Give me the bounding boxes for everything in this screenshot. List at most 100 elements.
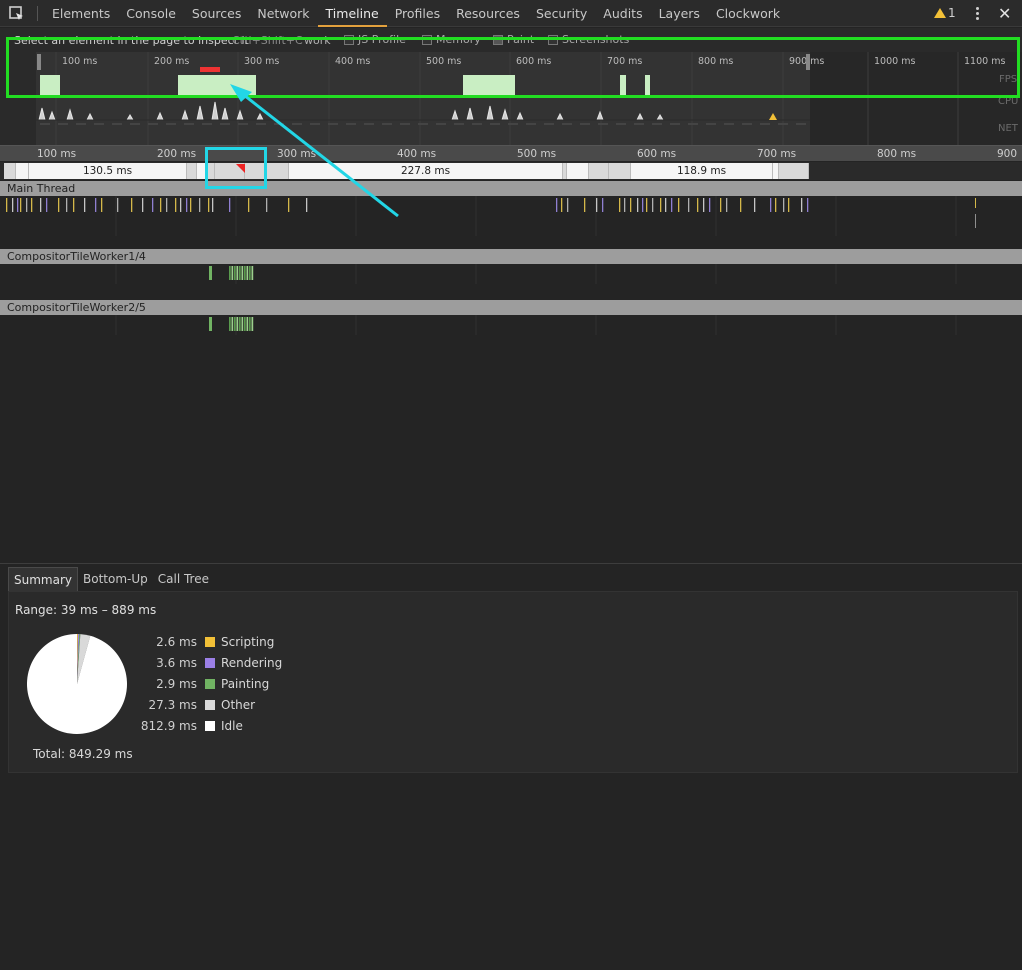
main-thread-event[interactable] bbox=[288, 198, 290, 212]
main-thread-event[interactable] bbox=[697, 198, 699, 212]
main-thread-event[interactable] bbox=[703, 198, 705, 212]
worker2-thread-header[interactable]: CompositorTileWorker2/5 bbox=[0, 300, 1022, 315]
worker1-thread-header[interactable]: CompositorTileWorker1/4 bbox=[0, 249, 1022, 264]
main-thread-event[interactable] bbox=[40, 198, 42, 212]
tab-clockwork[interactable]: Clockwork bbox=[708, 0, 788, 27]
main-thread-event[interactable] bbox=[12, 198, 14, 212]
paint-event[interactable] bbox=[236, 317, 239, 331]
paint-event[interactable] bbox=[231, 317, 234, 331]
main-thread-event[interactable] bbox=[726, 198, 728, 212]
main-thread-event[interactable] bbox=[801, 198, 803, 212]
main-thread-event[interactable] bbox=[190, 198, 192, 212]
main-thread-event[interactable] bbox=[101, 198, 103, 212]
frame-bar[interactable] bbox=[187, 163, 197, 179]
frame-bar[interactable] bbox=[197, 163, 207, 179]
main-thread-event[interactable] bbox=[584, 198, 586, 212]
main-thread-event[interactable] bbox=[20, 198, 22, 212]
main-thread-event[interactable] bbox=[637, 198, 639, 212]
main-thread-event[interactable] bbox=[266, 198, 268, 212]
checkbox-box[interactable] bbox=[422, 34, 432, 45]
timeline-overview[interactable]: 100 ms 200 ms 300 ms 400 ms 500 ms 600 ms 700 … bbox=[0, 28, 1022, 146]
main-thread-event[interactable] bbox=[160, 198, 162, 212]
tab-console[interactable]: Console bbox=[118, 0, 184, 27]
paint-event[interactable] bbox=[249, 266, 251, 280]
checkbox-box[interactable] bbox=[548, 34, 558, 45]
main-thread-event[interactable] bbox=[180, 198, 182, 212]
tab-sources[interactable]: Sources bbox=[184, 0, 249, 27]
checkbox-box[interactable] bbox=[344, 34, 354, 45]
paint-event[interactable] bbox=[246, 266, 249, 280]
frame-bar[interactable] bbox=[265, 163, 289, 179]
main-thread-event[interactable] bbox=[186, 198, 188, 212]
close-icon[interactable]: ✕ bbox=[998, 4, 1011, 23]
paint-checkbox[interactable]: Paint bbox=[493, 33, 534, 46]
main-thread-event[interactable] bbox=[740, 198, 742, 212]
frame-bar[interactable] bbox=[609, 163, 631, 179]
paint-event[interactable] bbox=[251, 317, 254, 331]
main-thread-event[interactable] bbox=[652, 198, 654, 212]
tab-resources[interactable]: Resources bbox=[448, 0, 528, 27]
screenshots-checkbox[interactable]: Screenshots bbox=[548, 33, 629, 46]
main-thread-event[interactable] bbox=[688, 198, 690, 212]
main-thread-event[interactable] bbox=[630, 198, 632, 212]
paint-event[interactable] bbox=[231, 266, 234, 280]
frame-bar[interactable]: 227.8 ms bbox=[289, 163, 563, 179]
main-thread-event[interactable] bbox=[73, 198, 75, 212]
paint-event[interactable] bbox=[209, 317, 212, 331]
details-tab-bottom-up[interactable]: Bottom-Up bbox=[78, 567, 153, 591]
js-profile-checkbox[interactable]: JS Profile bbox=[344, 33, 406, 46]
frame-bar[interactable] bbox=[207, 163, 215, 179]
paint-event[interactable] bbox=[236, 266, 239, 280]
frame-bar[interactable]: 118.9 ms bbox=[631, 163, 773, 179]
main-thread-event[interactable] bbox=[142, 198, 144, 212]
frame-bar[interactable] bbox=[4, 163, 16, 179]
frame-bar[interactable] bbox=[589, 163, 609, 179]
frame-bar[interactable] bbox=[245, 163, 265, 179]
main-thread-event[interactable] bbox=[619, 198, 621, 212]
paint-event[interactable] bbox=[239, 317, 241, 331]
main-thread-event[interactable] bbox=[212, 198, 214, 212]
main-thread-event[interactable] bbox=[199, 198, 201, 212]
details-tab-summary[interactable]: Summary bbox=[8, 567, 78, 591]
main-thread-event[interactable] bbox=[665, 198, 667, 212]
main-thread-event[interactable] bbox=[671, 198, 673, 212]
main-thread-event[interactable] bbox=[84, 198, 86, 212]
main-thread-event[interactable] bbox=[642, 198, 644, 212]
frames-track[interactable]: 130.5 ms 227.8 ms 118.9 ms bbox=[0, 162, 1022, 180]
frame-bar[interactable] bbox=[779, 163, 809, 179]
main-thread-event[interactable] bbox=[788, 198, 790, 212]
paint-event[interactable] bbox=[241, 266, 244, 280]
main-thread-event[interactable] bbox=[754, 198, 756, 212]
worker1-thread-track[interactable] bbox=[0, 264, 1022, 284]
main-thread-event[interactable] bbox=[66, 198, 68, 212]
main-thread-event[interactable] bbox=[556, 198, 558, 212]
main-thread-event[interactable] bbox=[596, 198, 598, 212]
main-thread-event[interactable] bbox=[166, 198, 168, 212]
main-thread-event[interactable] bbox=[709, 198, 711, 212]
main-thread-event[interactable] bbox=[117, 198, 119, 212]
main-thread-header[interactable]: Main Thread bbox=[0, 181, 1022, 196]
main-thread-event[interactable] bbox=[17, 198, 19, 212]
tab-profiles[interactable]: Profiles bbox=[387, 0, 448, 27]
more-options-icon[interactable] bbox=[972, 5, 982, 23]
paint-event[interactable] bbox=[244, 317, 246, 331]
main-thread-event[interactable] bbox=[975, 198, 976, 208]
warnings-counter[interactable]: 1 bbox=[934, 6, 956, 20]
main-thread-event[interactable] bbox=[58, 198, 60, 212]
details-tab-call-tree[interactable]: Call Tree bbox=[153, 567, 214, 591]
main-thread-event[interactable] bbox=[26, 198, 28, 212]
main-thread-event[interactable] bbox=[770, 198, 772, 212]
tab-layers[interactable]: Layers bbox=[651, 0, 708, 27]
main-thread-event[interactable] bbox=[807, 198, 809, 212]
paint-event[interactable] bbox=[241, 317, 244, 331]
main-thread-event[interactable] bbox=[775, 198, 777, 212]
paint-event[interactable] bbox=[209, 266, 212, 280]
worker2-thread-track[interactable] bbox=[0, 315, 1022, 335]
main-thread-event[interactable] bbox=[720, 198, 722, 212]
main-thread-event[interactable] bbox=[561, 198, 563, 212]
main-thread-event[interactable] bbox=[678, 198, 680, 212]
paint-event[interactable] bbox=[249, 317, 251, 331]
tab-audits[interactable]: Audits bbox=[595, 0, 650, 27]
paint-event[interactable] bbox=[246, 317, 249, 331]
main-thread-event[interactable] bbox=[602, 198, 604, 212]
